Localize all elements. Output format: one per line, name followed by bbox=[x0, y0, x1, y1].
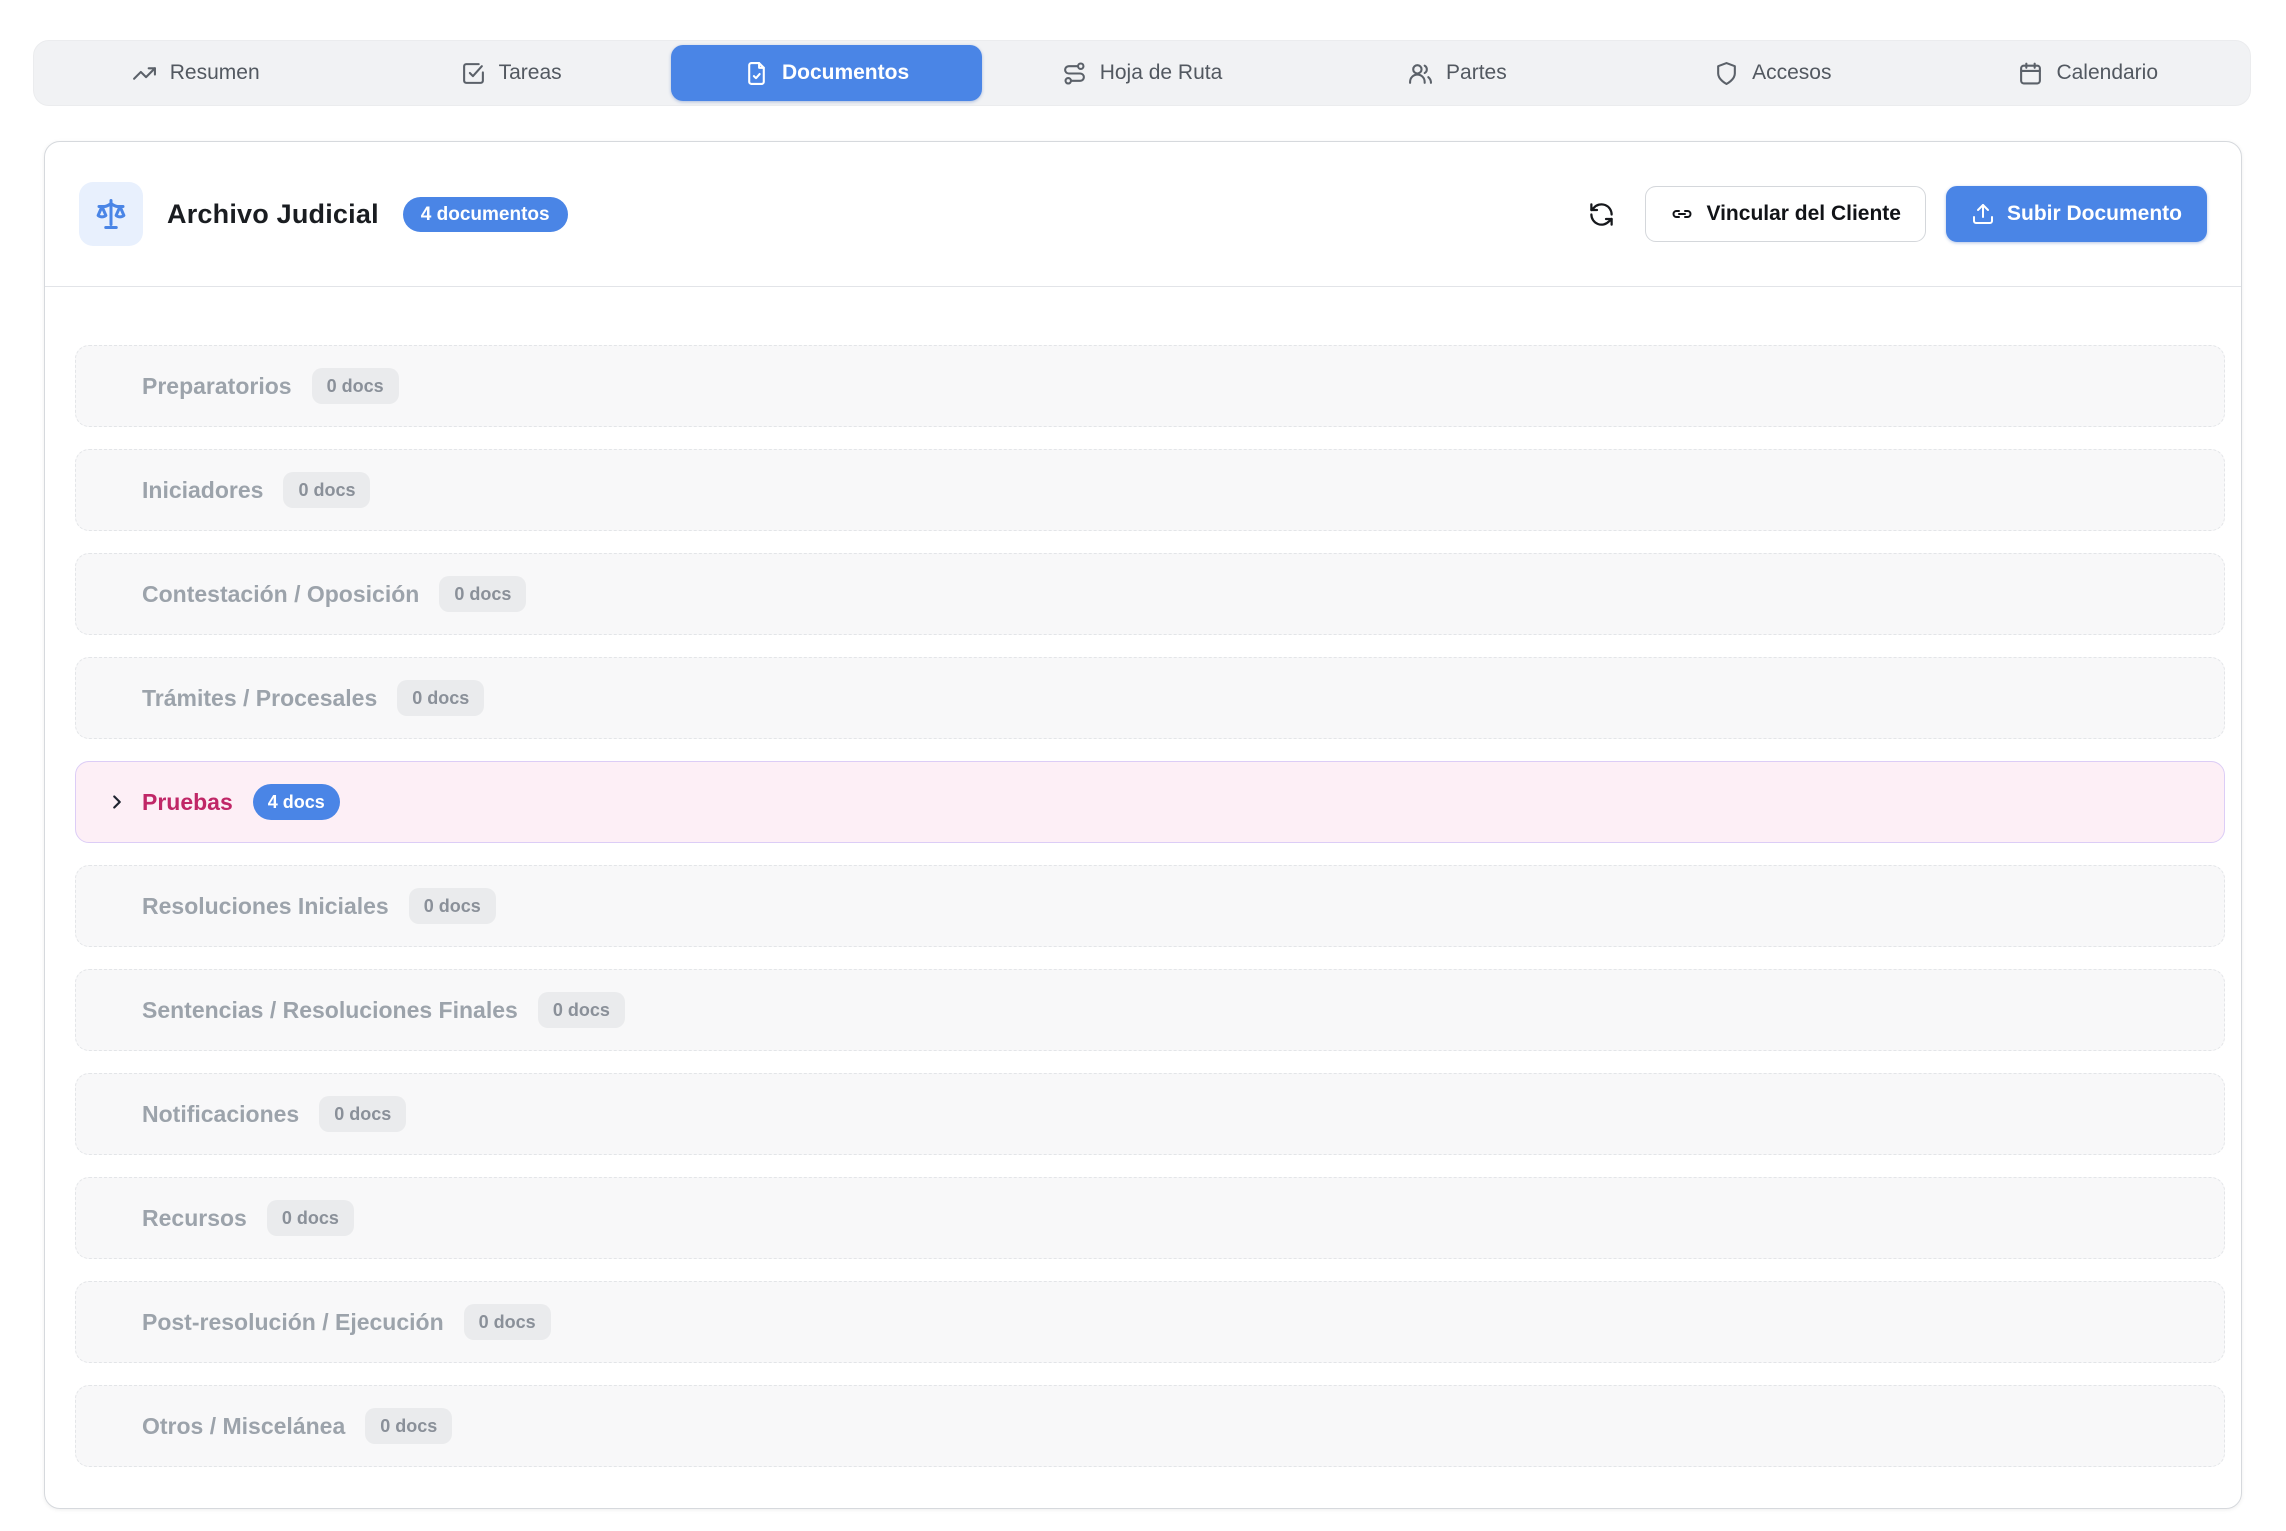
category-row-post-resolucion-ejecucion[interactable]: Post-resolución / Ejecución 0 docs bbox=[75, 1281, 2225, 1363]
category-label: Contestación / Oposición bbox=[142, 581, 419, 608]
doc-count-badge: 0 docs bbox=[439, 576, 526, 612]
category-label: Preparatorios bbox=[142, 373, 292, 400]
upload-document-label: Subir Documento bbox=[2007, 202, 2182, 226]
category-label: Recursos bbox=[142, 1205, 247, 1232]
doc-count-badge: 0 docs bbox=[283, 472, 370, 508]
category-label: Resoluciones Iniciales bbox=[142, 893, 389, 920]
documents-card: Archivo Judicial 4 documentos Vincular d… bbox=[44, 141, 2242, 1509]
link-icon bbox=[1670, 202, 1694, 226]
title-icon-box bbox=[79, 182, 143, 246]
doc-count-badge: 0 docs bbox=[397, 680, 484, 716]
calendar-icon bbox=[2018, 61, 2043, 86]
tab-resumen[interactable]: Resumen bbox=[40, 45, 351, 101]
category-label: Iniciadores bbox=[142, 477, 263, 504]
category-label: Pruebas bbox=[142, 789, 233, 816]
file-check-icon bbox=[744, 61, 769, 86]
category-label: Notificaciones bbox=[142, 1101, 299, 1128]
refresh-icon bbox=[1588, 201, 1615, 228]
refresh-button[interactable] bbox=[1579, 192, 1623, 236]
category-row-recursos[interactable]: Recursos 0 docs bbox=[75, 1177, 2225, 1259]
tab-hoja-de-ruta[interactable]: Hoja de Ruta bbox=[986, 45, 1297, 101]
category-row-iniciadores[interactable]: Iniciadores 0 docs bbox=[75, 449, 2225, 531]
link-client-button[interactable]: Vincular del Cliente bbox=[1645, 186, 1926, 242]
tab-label: Resumen bbox=[170, 61, 260, 85]
header-title-group: Archivo Judicial 4 documentos bbox=[79, 182, 568, 246]
category-label: Trámites / Procesales bbox=[142, 685, 377, 712]
tab-label: Calendario bbox=[2056, 61, 2158, 85]
category-row-pruebas[interactable]: Pruebas 4 docs bbox=[75, 761, 2225, 843]
tab-partes[interactable]: Partes bbox=[1302, 45, 1613, 101]
doc-count-badge: 0 docs bbox=[365, 1408, 452, 1444]
tab-label: Tareas bbox=[499, 61, 562, 85]
tab-label: Hoja de Ruta bbox=[1100, 61, 1223, 85]
users-icon bbox=[1408, 61, 1433, 86]
category-row-notificaciones[interactable]: Notificaciones 0 docs bbox=[75, 1073, 2225, 1155]
category-row-sentencias-resoluciones-finales[interactable]: Sentencias / Resoluciones Finales 0 docs bbox=[75, 969, 2225, 1051]
route-icon bbox=[1062, 61, 1087, 86]
tab-label: Documentos bbox=[782, 61, 909, 85]
tab-tareas[interactable]: Tareas bbox=[355, 45, 666, 101]
tab-accesos[interactable]: Accesos bbox=[1617, 45, 1928, 101]
category-label: Post-resolución / Ejecución bbox=[142, 1309, 444, 1336]
document-count-badge: 4 documentos bbox=[403, 197, 568, 232]
header-actions: Vincular del Cliente Subir Documento bbox=[1579, 186, 2207, 242]
upload-icon bbox=[1971, 202, 1995, 226]
doc-count-badge: 0 docs bbox=[538, 992, 625, 1028]
trending-up-icon bbox=[132, 61, 157, 86]
tab-documentos[interactable]: Documentos bbox=[671, 45, 982, 101]
upload-document-button[interactable]: Subir Documento bbox=[1946, 186, 2207, 242]
category-row-contestacion-oposicion[interactable]: Contestación / Oposición 0 docs bbox=[75, 553, 2225, 635]
page-title: Archivo Judicial bbox=[167, 199, 379, 230]
category-row-tramites-procesales[interactable]: Trámites / Procesales 0 docs bbox=[75, 657, 2225, 739]
doc-count-badge: 0 docs bbox=[267, 1200, 354, 1236]
tab-label: Partes bbox=[1446, 61, 1507, 85]
category-label: Sentencias / Resoluciones Finales bbox=[142, 997, 518, 1024]
category-row-preparatorios[interactable]: Preparatorios 0 docs bbox=[75, 345, 2225, 427]
tab-calendario[interactable]: Calendario bbox=[1933, 45, 2244, 101]
shield-icon bbox=[1714, 61, 1739, 86]
category-row-resoluciones-iniciales[interactable]: Resoluciones Iniciales 0 docs bbox=[75, 865, 2225, 947]
tab-label: Accesos bbox=[1752, 61, 1831, 85]
doc-count-badge: 0 docs bbox=[464, 1304, 551, 1340]
doc-count-badge: 0 docs bbox=[319, 1096, 406, 1132]
check-square-icon bbox=[461, 61, 486, 86]
doc-count-badge: 0 docs bbox=[312, 368, 399, 404]
link-client-label: Vincular del Cliente bbox=[1706, 202, 1901, 226]
card-header: Archivo Judicial 4 documentos Vincular d… bbox=[45, 142, 2241, 287]
category-label: Otros / Miscelánea bbox=[142, 1413, 345, 1440]
category-row-otros-miscelanea[interactable]: Otros / Miscelánea 0 docs bbox=[75, 1385, 2225, 1467]
doc-count-badge: 4 docs bbox=[253, 784, 340, 820]
chevron-right-icon bbox=[106, 791, 128, 813]
scales-of-justice-icon bbox=[93, 196, 129, 232]
doc-count-badge: 0 docs bbox=[409, 888, 496, 924]
section-tabbar: Resumen Tareas Documentos Hoja de Ruta P… bbox=[33, 40, 2251, 106]
category-list: Preparatorios 0 docs Iniciadores 0 docs … bbox=[45, 287, 2241, 1508]
